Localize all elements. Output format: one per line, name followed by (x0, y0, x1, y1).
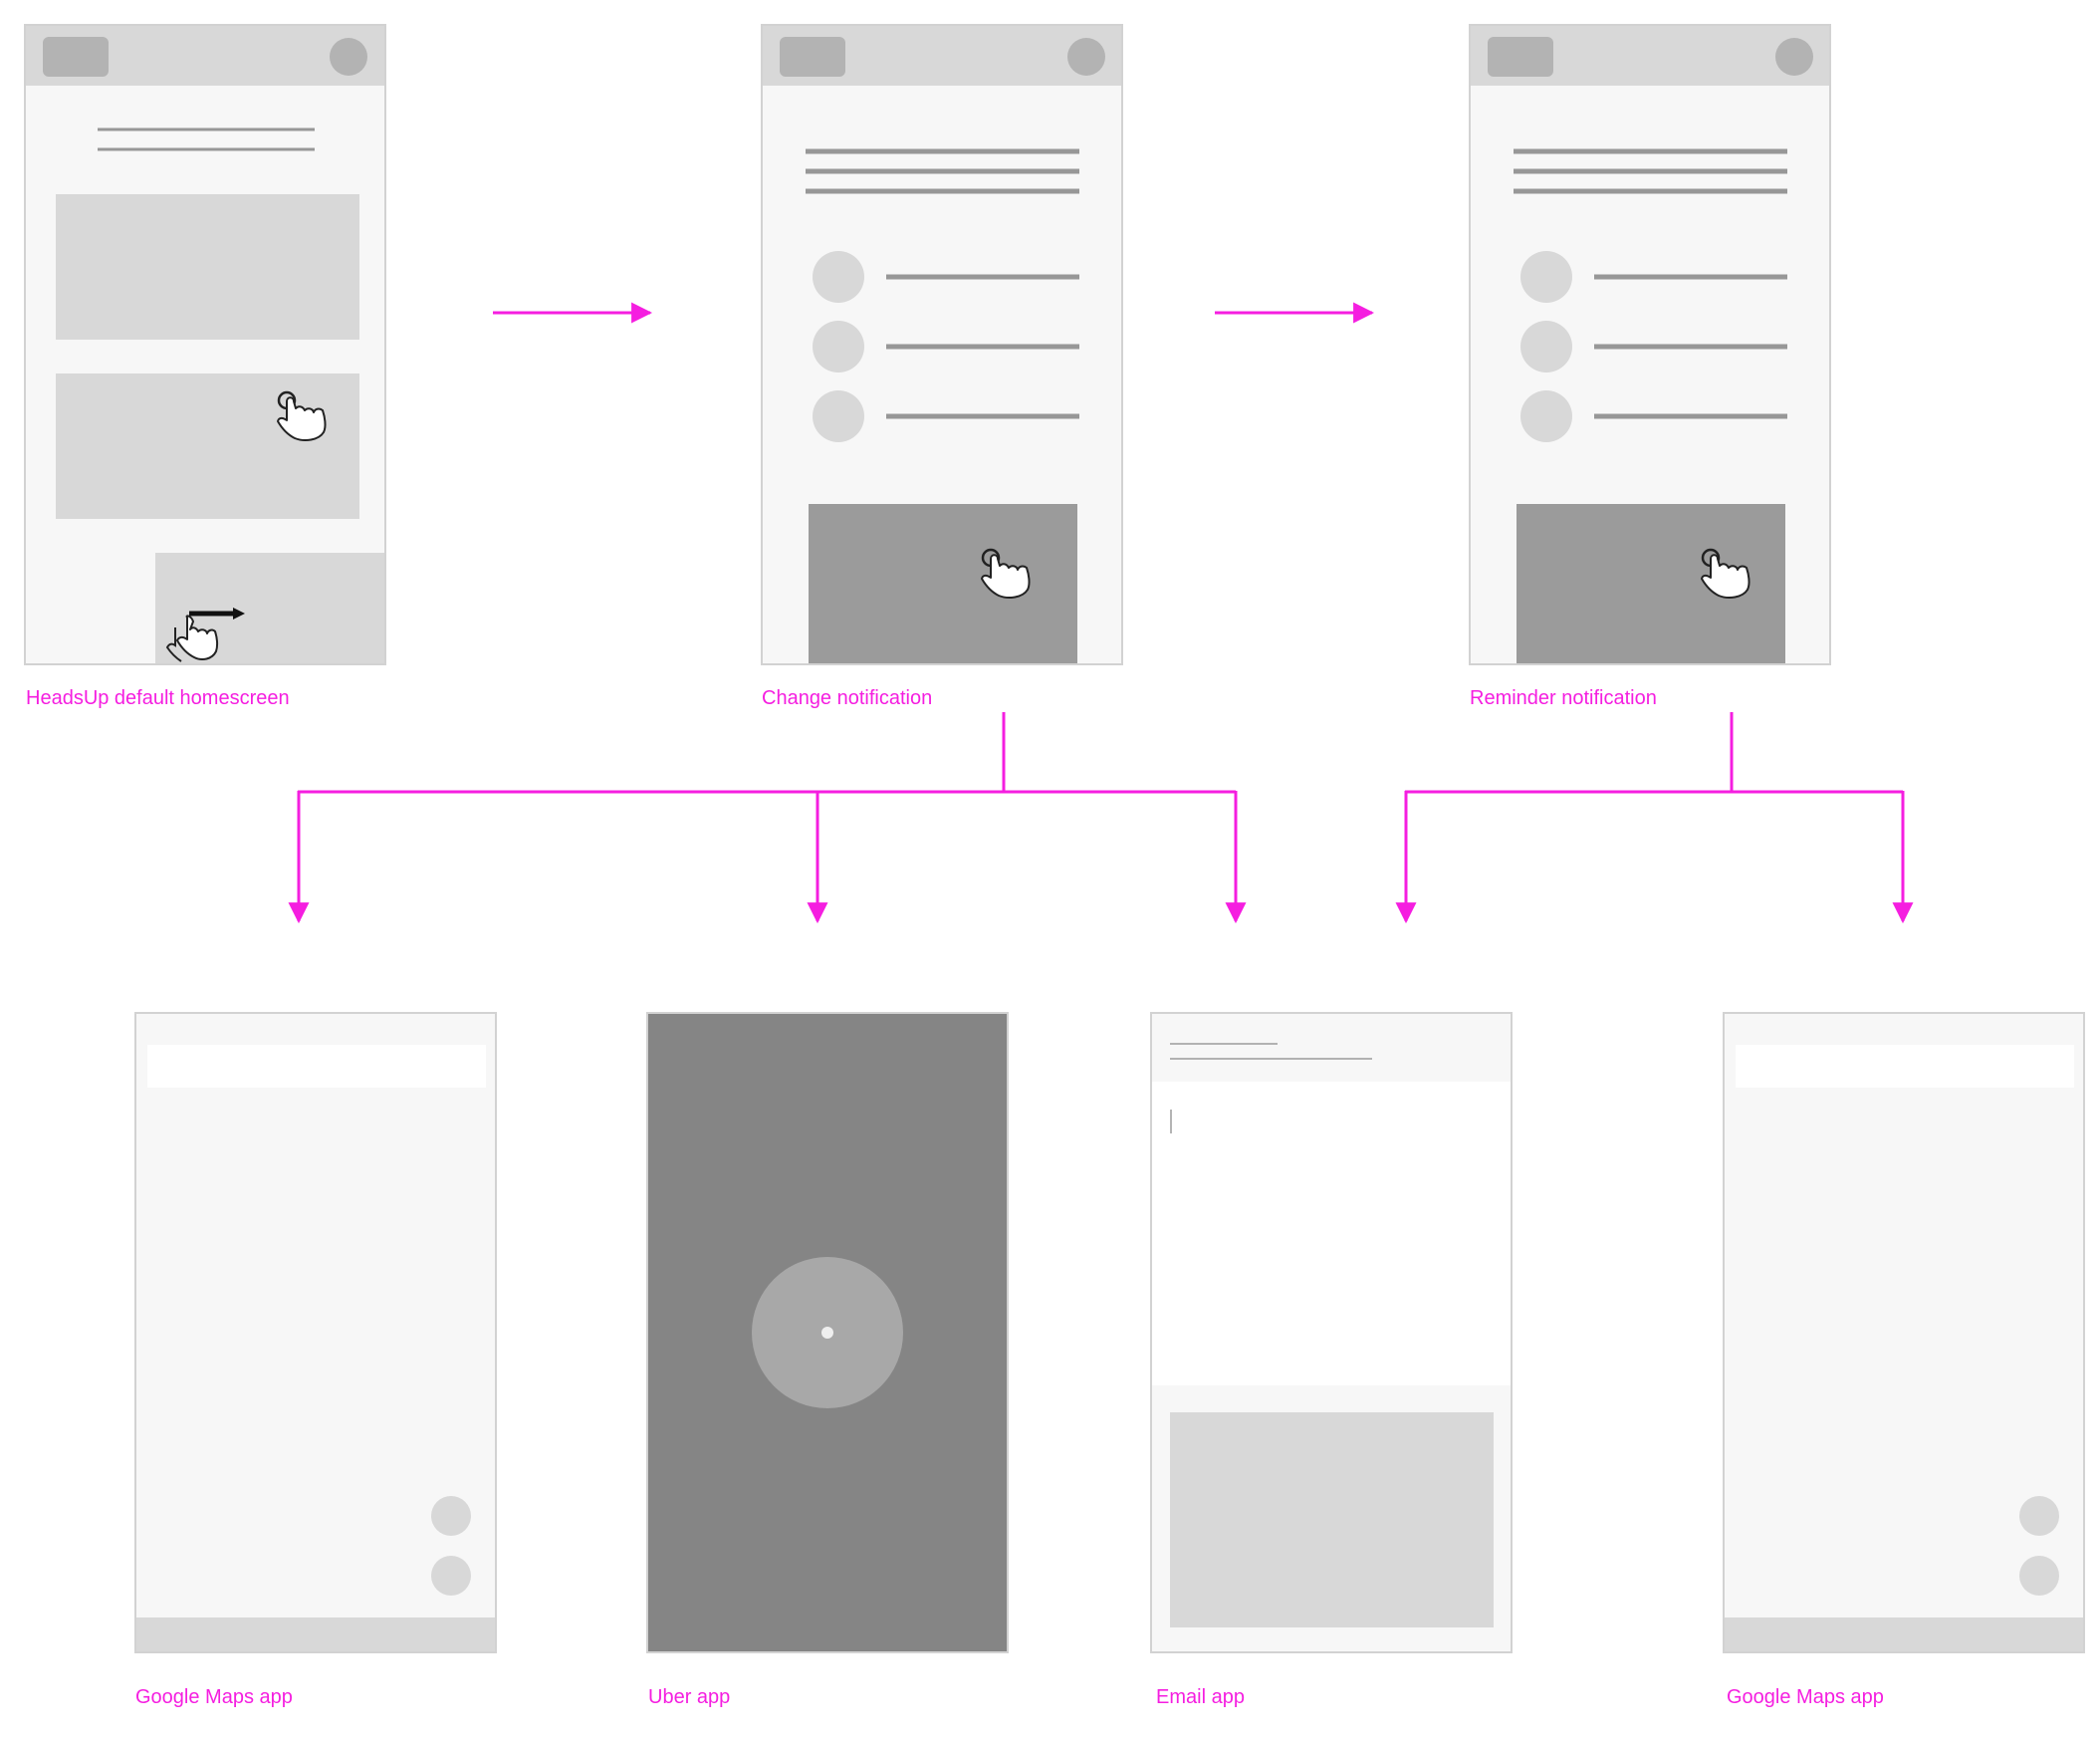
reminder-label: Reminder notification (1470, 687, 1657, 709)
maps1-bottom-bar (136, 1617, 495, 1651)
maps1-label: Google Maps app (135, 1686, 293, 1708)
change-list-avatar-1 (813, 251, 864, 303)
maps1-frame (134, 1012, 497, 1653)
homescreen-card-1[interactable] (56, 194, 359, 340)
change-list-avatar-3 (813, 390, 864, 442)
reminder-menu-button[interactable] (1488, 37, 1553, 77)
screen-google-maps-1: Google Maps app (134, 1012, 497, 1708)
reminder-list-avatar-2 (1520, 321, 1572, 373)
email-keyboard[interactable] (1170, 1412, 1494, 1627)
email-label: Email app (1156, 1686, 1245, 1708)
change-list-avatar-2 (813, 321, 864, 373)
uber-label: Uber app (648, 1686, 730, 1708)
change-action-card[interactable] (809, 504, 1077, 663)
homescreen-menu-button[interactable] (43, 37, 109, 77)
screen-reminder-notification: Reminder notification (1469, 24, 1831, 709)
flow-diagram: .frame { fill: #f7f7f7; stroke: #d2d2d2;… (24, 24, 2085, 1708)
homescreen-avatar[interactable] (330, 38, 367, 76)
change-avatar[interactable] (1067, 38, 1105, 76)
email-compose-area[interactable] (1152, 1082, 1511, 1385)
uber-pickup-dot (821, 1327, 833, 1339)
screen-google-maps-2: Google Maps app (1723, 1012, 2085, 1708)
screen-uber: Uber app (646, 1012, 1009, 1708)
screen-email: Email app (1150, 1012, 1513, 1708)
screen-homescreen: HeadsUp default homescreen (24, 24, 386, 709)
screen-change-notification: Change notification (761, 24, 1123, 709)
maps2-frame (1723, 1012, 2085, 1653)
maps2-bottom-bar (1725, 1617, 2083, 1651)
maps2-location-button[interactable] (2019, 1496, 2059, 1536)
maps2-label: Google Maps app (1727, 1686, 1884, 1708)
reminder-list-avatar-3 (1520, 390, 1572, 442)
maps1-search-bar[interactable] (147, 1045, 486, 1088)
change-label: Change notification (762, 687, 932, 709)
homescreen-label: HeadsUp default homescreen (26, 687, 290, 709)
maps2-search-bar[interactable] (1736, 1045, 2074, 1088)
maps1-directions-button[interactable] (431, 1556, 471, 1596)
change-menu-button[interactable] (780, 37, 845, 77)
reminder-avatar[interactable] (1775, 38, 1813, 76)
homescreen-card-2[interactable] (56, 373, 359, 519)
maps2-directions-button[interactable] (2019, 1556, 2059, 1596)
reminder-list-avatar-1 (1520, 251, 1572, 303)
maps1-location-button[interactable] (431, 1496, 471, 1536)
